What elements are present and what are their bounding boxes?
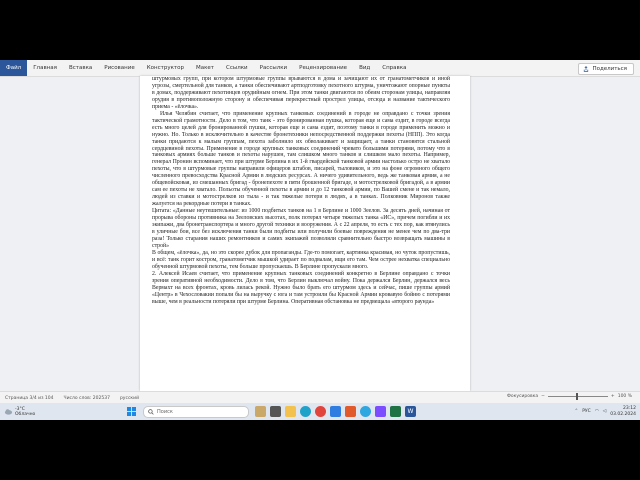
task-view-icon[interactable] xyxy=(270,406,281,417)
word-icon[interactable]: W xyxy=(405,406,416,417)
cloud-icon xyxy=(4,409,13,415)
edge-icon[interactable] xyxy=(300,406,311,417)
document-body[interactable]: штурмовых групп, при котором штурмовые г… xyxy=(152,76,450,305)
clock[interactable]: 23:12 03.02.2024 xyxy=(610,406,636,418)
taskbar-search[interactable]: Поиск xyxy=(143,405,249,418)
screen: Файл Главная Вставка Рисование Конструкт… xyxy=(0,60,640,420)
paragraph: Цитата: «Данные неутешительные: из 1000 … xyxy=(152,208,450,249)
chevron-up-icon[interactable]: ⌃ xyxy=(574,409,578,414)
zoom-slider[interactable] xyxy=(547,393,608,400)
paragraph: В общем, «ёлочка», да, но это скорее дуб… xyxy=(152,249,450,270)
paragraph: 2. Алексей Исаев считает, что применение… xyxy=(152,270,450,305)
widget-icon[interactable] xyxy=(255,406,266,417)
tab-view[interactable]: Вид xyxy=(353,60,376,76)
tab-design[interactable]: Конструктор xyxy=(141,60,190,76)
word-count[interactable]: Число слов: 202537 xyxy=(59,396,115,401)
weather-widget[interactable]: -3°C Облачно xyxy=(0,407,124,417)
tab-layout[interactable]: Макет xyxy=(190,60,220,76)
tab-review[interactable]: Рецензирование xyxy=(293,60,353,76)
chrome-icon[interactable] xyxy=(315,406,326,417)
share-button[interactable]: Поделиться xyxy=(578,63,634,75)
tab-mailings[interactable]: Рассылки xyxy=(254,60,294,76)
zoom-out-icon[interactable]: − xyxy=(541,394,545,399)
tab-home[interactable]: Главная xyxy=(27,60,63,76)
wifi-icon[interactable]: ◠ xyxy=(595,409,599,414)
clock-date: 03.02.2024 xyxy=(610,411,636,417)
tab-file[interactable]: Файл xyxy=(0,60,28,76)
volume-icon[interactable]: ◁ xyxy=(603,409,606,414)
tab-references[interactable]: Ссылки xyxy=(220,60,254,76)
page-count[interactable]: Страница 3/4 из 104 xyxy=(0,396,59,401)
tab-draw[interactable]: Рисование xyxy=(98,60,140,76)
excel-icon[interactable] xyxy=(390,406,401,417)
zoom-level[interactable]: 100 % xyxy=(618,394,632,399)
telegram-icon[interactable] xyxy=(360,406,371,417)
tab-help[interactable]: Справка xyxy=(376,60,412,76)
share-icon xyxy=(584,66,589,72)
input-language[interactable]: РУС xyxy=(582,409,591,414)
document-page[interactable]: штурмовых групп, при котором штурмовые г… xyxy=(140,76,470,391)
weather-description: Облачно xyxy=(15,411,36,417)
system-tray: ⌃ РУС ◠ ◁ 23:12 03.02.2024 xyxy=(574,403,636,420)
zoom-in-icon[interactable]: + xyxy=(611,394,615,399)
taskbar: -3°C Облачно Поиск W ⌃ РУС ◠ ◁ 23:12 03.… xyxy=(0,403,640,420)
store-icon[interactable] xyxy=(330,406,341,417)
start-icon[interactable] xyxy=(126,406,137,417)
share-label: Поделиться xyxy=(592,66,627,72)
focus-mode[interactable]: Фокусировка xyxy=(507,394,538,399)
paragraph: Илья Челябин считает, что применение кру… xyxy=(152,110,450,208)
paragraph: штурмовых групп, при котором штурмовые г… xyxy=(152,76,450,110)
app-icon[interactable] xyxy=(375,406,386,417)
media-icon[interactable] xyxy=(345,406,356,417)
search-placeholder: Поиск xyxy=(157,408,173,415)
zoom-controls: Фокусировка − + 100 % xyxy=(507,393,632,400)
zoom-slider-thumb[interactable] xyxy=(575,393,578,400)
search-icon xyxy=(148,408,154,415)
tab-insert[interactable]: Вставка xyxy=(63,60,98,76)
proofing-language[interactable]: русский xyxy=(115,396,144,401)
ribbon-tabs: Файл Главная Вставка Рисование Конструкт… xyxy=(0,60,640,77)
file-explorer-icon[interactable] xyxy=(285,406,296,417)
